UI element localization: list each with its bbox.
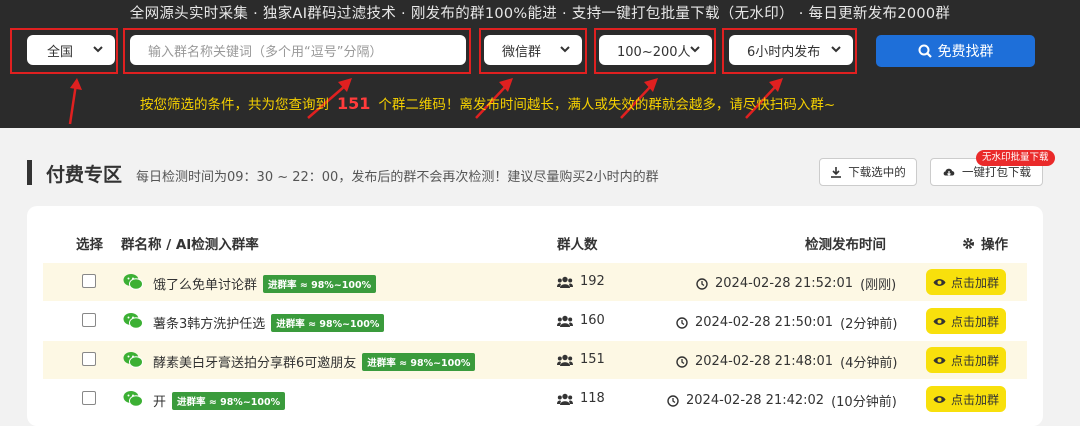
users-icon — [557, 354, 573, 366]
join-label: 点击加群 — [950, 314, 999, 329]
member-count: 118 — [557, 391, 605, 406]
publish-time-value: 2024-02-28 21:48:01 — [695, 354, 834, 369]
users-icon — [557, 315, 573, 327]
group-name-text: 开 — [153, 395, 167, 410]
group-name: 饿了么免单讨论群 进群率 ≈ 98%~100% — [153, 274, 377, 293]
member-count-value: 160 — [580, 313, 605, 328]
cloud-download-icon — [943, 168, 955, 176]
group-name: 酵素美白牙膏送拍分享群6可邀朋友 进群率 ≈ 98%~100% — [153, 352, 476, 371]
publish-time: 2024-02-28 21:50:01 (2分钟前) — [676, 313, 898, 332]
group-name-text: 薯条3韩方洗护任选 — [153, 317, 266, 332]
join-rate-badge: 进群率 ≈ 98%~100% — [172, 391, 286, 410]
member-count-value: 192 — [580, 274, 605, 289]
annotation-box — [479, 28, 587, 74]
publish-ago: (2分钟前) — [840, 317, 898, 332]
join-group-button[interactable]: 点击加群 — [926, 347, 1006, 373]
tagline: 全网源头实时采集 · 独家AI群码过滤技术 · 刚发布的群100%能进 · 支持… — [129, 6, 951, 22]
eye-icon — [933, 278, 946, 286]
download-selected-label: 下载选中的 — [848, 165, 906, 179]
users-icon — [557, 393, 573, 405]
header-action: 操作 — [962, 233, 1008, 253]
eye-icon — [933, 317, 946, 325]
result-suffix: 个群二维码！离发布时间越长，满人或失效的群就会越多，请尽快扫码入群~ — [378, 97, 836, 113]
publish-ago: (4分钟前) — [840, 356, 898, 371]
gear-icon — [963, 237, 974, 249]
table-row: 开进群率 ≈ 98%~100% 118 2024-02-28 21:42:02 (… — [43, 380, 1027, 418]
row-checkbox[interactable] — [82, 313, 96, 327]
download-selected-button[interactable]: 下载选中的 — [819, 158, 917, 186]
row-checkbox[interactable] — [82, 352, 96, 366]
member-count: 160 — [557, 313, 605, 328]
result-count: 151 — [337, 94, 371, 113]
header-select: 选择 — [76, 237, 103, 253]
eye-icon — [933, 395, 946, 403]
users-icon — [557, 276, 573, 288]
publish-time: 2024-02-28 21:42:02 (10分钟前) — [667, 391, 897, 410]
group-name-text: 饿了么免单讨论群 — [153, 278, 258, 293]
clock-icon — [676, 316, 688, 329]
wechat-icon — [123, 313, 143, 329]
publish-ago: (刚刚) — [860, 278, 897, 293]
clock-icon — [676, 355, 688, 368]
join-group-button[interactable]: 点击加群 — [926, 308, 1006, 334]
publish-time-value: 2024-02-28 21:52:01 — [715, 276, 854, 291]
join-rate-badge: 进群率 ≈ 98%~100% — [271, 313, 385, 332]
table-row: 酵素美白牙膏送拍分享群6可邀朋友 进群率 ≈ 98%~100% 151 2024-… — [43, 341, 1027, 379]
header-members: 群人数 — [557, 237, 598, 253]
search-icon — [918, 44, 932, 58]
join-group-button[interactable]: 点击加群 — [926, 386, 1006, 412]
header-name: 群名称 / AI检测入群率 — [121, 237, 259, 253]
member-count-value: 118 — [580, 391, 605, 406]
publish-time: 2024-02-28 21:48:01 (4分钟前) — [676, 352, 898, 371]
publish-ago: (10分钟前) — [831, 395, 897, 410]
join-group-button[interactable]: 点击加群 — [926, 269, 1006, 295]
watermark-free-badge: 无水印批量下载 — [976, 150, 1055, 166]
group-name-text: 酵素美白牙膏送拍分享群6可邀朋友 — [153, 356, 357, 371]
header-time: 检测发布时间 — [805, 237, 886, 253]
annotation-box — [594, 28, 716, 74]
download-icon — [831, 167, 842, 178]
publish-time-value: 2024-02-28 21:42:02 — [686, 393, 825, 408]
member-count-value: 151 — [580, 352, 605, 367]
group-name: 开进群率 ≈ 98%~100% — [153, 391, 286, 410]
section-subtitle: 每日检测时间为09：30 ~ 22：00，发布后的群不会再次检测！建议尽量购买2… — [136, 170, 659, 185]
publish-time-value: 2024-02-28 21:50:01 — [695, 315, 834, 330]
wechat-icon — [123, 352, 143, 368]
annotation-arrow — [68, 78, 82, 125]
section-accent-bar — [27, 160, 32, 185]
row-checkbox[interactable] — [82, 274, 96, 288]
group-name: 薯条3韩方洗护任选 进群率 ≈ 98%~100% — [153, 313, 385, 332]
annotation-box — [123, 28, 471, 74]
join-rate-badge: 进群率 ≈ 98%~100% — [263, 274, 377, 293]
header-action-label: 操作 — [981, 237, 1008, 253]
result-summary: 按您筛选的条件，共为您查询到 151 个群二维码！离发布时间越长，满人或失效的群就会… — [140, 93, 835, 113]
wechat-icon — [123, 274, 143, 290]
publish-time: 2024-02-28 21:52:01 (刚刚) — [696, 274, 896, 293]
header-bar: 全网源头实时采集 · 独家AI群码过滤技术 · 刚发布的群100%能进 · 支持… — [0, 0, 1080, 128]
find-button-label: 免费找群 — [937, 44, 994, 60]
clock-icon — [696, 277, 708, 290]
join-label: 点击加群 — [950, 353, 999, 368]
section-title: 付费专区 — [46, 164, 123, 186]
download-all-label: 一键打包下载 — [962, 165, 1031, 179]
annotation-box — [10, 28, 118, 74]
row-checkbox[interactable] — [82, 391, 96, 405]
join-label: 点击加群 — [950, 275, 999, 290]
join-rate-badge: 进群率 ≈ 98%~100% — [362, 352, 476, 371]
join-label: 点击加群 — [950, 392, 999, 407]
clock-icon — [667, 394, 679, 407]
wechat-icon — [123, 391, 143, 407]
member-count: 151 — [557, 352, 605, 367]
eye-icon — [933, 356, 946, 364]
result-prefix: 按您筛选的条件，共为您查询到 — [140, 97, 329, 113]
table-row: 饿了么免单讨论群 进群率 ≈ 98%~100% 192 2024-02-28 21… — [43, 263, 1027, 301]
annotation-box — [722, 28, 857, 74]
find-groups-button[interactable]: 免费找群 — [876, 35, 1035, 67]
member-count: 192 — [557, 274, 605, 289]
table-row: 薯条3韩方洗护任选 进群率 ≈ 98%~100% 160 2024-02-28 2… — [43, 302, 1027, 340]
